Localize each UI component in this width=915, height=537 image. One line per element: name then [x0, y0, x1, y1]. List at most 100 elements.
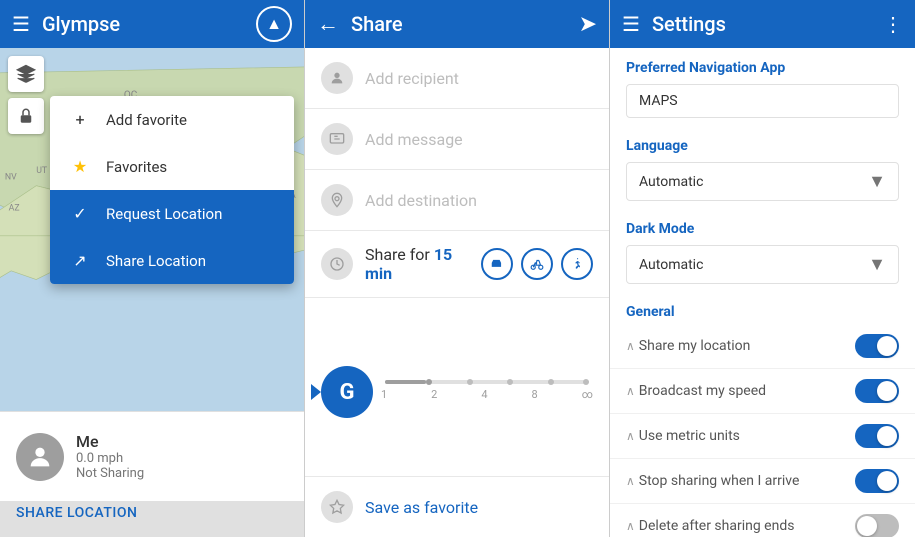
delete-after-toggle-label: ∧ Delete after sharing ends: [626, 518, 855, 534]
svg-text:AZ: AZ: [9, 204, 20, 214]
stop-sharing-toggle-row: ∧ Stop sharing when I arrive: [610, 459, 915, 504]
user-info-bar: Me 0.0 mph Not Sharing: [0, 411, 304, 501]
metric-units-toggle-label: ∧ Use metric units: [626, 428, 855, 444]
destination-field[interactable]: Add destination: [305, 170, 609, 231]
message-icon: [321, 123, 353, 155]
slider-labels: 1 2 4 8 ∞: [381, 384, 593, 405]
destination-icon: [321, 184, 353, 216]
broadcast-speed-toggle-row: ∧ Broadcast my speed: [610, 369, 915, 414]
share-location-label: Share my location: [639, 338, 751, 354]
share-title: Share: [351, 12, 579, 36]
chevron-icon-3: ∧: [626, 429, 635, 443]
stop-sharing-toggle-label: ∧ Stop sharing when I arrive: [626, 473, 855, 489]
menu-icon[interactable]: ☰: [12, 12, 30, 36]
star-icon: ★: [66, 157, 94, 176]
context-menu: + Add favorite ★ Favorites ✓ Request Loc…: [50, 96, 294, 284]
nav-app-value[interactable]: MAPS: [626, 84, 899, 118]
duration-row: Share for 15 min: [305, 231, 609, 298]
metric-units-label: Use metric units: [639, 428, 740, 444]
metric-units-toggle-row: ∧ Use metric units: [610, 414, 915, 459]
user-details: Me 0.0 mph Not Sharing: [76, 432, 288, 481]
stop-sharing-label: Stop sharing when I arrive: [639, 473, 800, 489]
dark-mode-header: Dark Mode: [610, 209, 915, 241]
nav-app-label: MAPS: [639, 93, 678, 109]
map-area[interactable]: MT ND QC ID NV UT AZ NM TX CO KS MO IN O…: [0, 48, 304, 411]
settings-menu-icon[interactable]: ☰: [622, 12, 640, 36]
svg-text:UT: UT: [36, 166, 48, 176]
glympse-title: Glympse: [42, 12, 256, 36]
delete-after-toggle-row: ∧ Delete after sharing ends: [610, 504, 915, 537]
language-dropdown[interactable]: Automatic ▼: [626, 162, 899, 201]
duration-prefix: Share for: [365, 245, 434, 264]
nav-arrow-icon: ▲: [266, 14, 282, 34]
toggle-knob-4: [877, 471, 897, 491]
glympse-logo: G: [321, 366, 373, 418]
map-layers-icon[interactable]: [8, 56, 44, 92]
user-sharing-status: Not Sharing: [76, 466, 288, 481]
more-options-icon[interactable]: ⋮: [883, 12, 903, 36]
arrow-icon: ↗: [66, 251, 94, 270]
slider-track-area[interactable]: 1 2 4 8 ∞: [381, 380, 593, 405]
back-button[interactable]: ←: [317, 11, 339, 37]
favorites-item[interactable]: ★ Favorites: [50, 143, 294, 190]
favorites-label: Favorites: [106, 158, 167, 176]
delete-after-toggle[interactable]: [855, 514, 899, 537]
slider-label-4: 4: [481, 388, 487, 401]
chevron-icon-5: ∧: [626, 519, 635, 533]
recipient-placeholder: Add recipient: [365, 69, 459, 88]
share-location-toggle-row: ∧ Share my location: [610, 324, 915, 369]
nav-app-header: Preferred Navigation App: [610, 48, 915, 80]
chevron-icon-4: ∧: [626, 474, 635, 488]
request-location-item[interactable]: ✓ Request Location: [50, 190, 294, 237]
save-favorite-label: Save as favorite: [365, 498, 478, 517]
walk-mode-button[interactable]: [561, 248, 593, 280]
toggle-knob-5: [857, 516, 877, 536]
share-location-toggle-label: ∧ Share my location: [626, 338, 855, 354]
avatar: [16, 433, 64, 481]
send-button[interactable]: ➤: [579, 12, 597, 37]
delete-after-label: Delete after sharing ends: [639, 518, 795, 534]
svg-text:NV: NV: [5, 172, 17, 182]
share-location-item[interactable]: ↗ Share Location: [50, 237, 294, 284]
settings-body: Preferred Navigation App MAPS Language A…: [610, 48, 915, 537]
broadcast-speed-toggle[interactable]: [855, 379, 899, 403]
panel-glympse: ☰ Glympse ▲ MT ND QC ID NV UT AZ NM: [0, 0, 305, 537]
panel-settings: ☰ Settings ⋮ Preferred Navigation App MA…: [610, 0, 915, 537]
broadcast-speed-label: Broadcast my speed: [639, 383, 766, 399]
share-location-button[interactable]: SHARE LOCATION: [16, 501, 288, 525]
destination-placeholder: Add destination: [365, 191, 477, 210]
dark-mode-dropdown[interactable]: Automatic ▼: [626, 245, 899, 284]
add-favorite-item[interactable]: + Add favorite: [50, 96, 294, 143]
share-location-toggle[interactable]: [855, 334, 899, 358]
general-header: General: [610, 292, 915, 324]
user-name: Me: [76, 432, 288, 451]
duration-label: Share for 15 min: [365, 245, 481, 283]
share-location-label: Share Location: [106, 252, 206, 270]
transport-icons: [481, 248, 593, 280]
save-favorite-button[interactable]: Save as favorite: [305, 476, 609, 537]
lock-icon[interactable]: [8, 98, 44, 134]
slider-label-1: 1: [381, 388, 387, 401]
metric-units-toggle[interactable]: [855, 424, 899, 448]
toggle-knob-2: [877, 381, 897, 401]
recipient-icon: [321, 62, 353, 94]
settings-header: ☰ Settings ⋮: [610, 0, 915, 48]
panel-share: ← Share ➤ Add recipient Add message Add …: [305, 0, 610, 537]
broadcast-speed-toggle-label: ∧ Broadcast my speed: [626, 383, 855, 399]
chevron-icon-2: ∧: [626, 384, 635, 398]
stop-sharing-toggle[interactable]: [855, 469, 899, 493]
bike-mode-button[interactable]: [521, 248, 553, 280]
language-arrow-icon: ▼: [868, 171, 886, 192]
clock-icon: [321, 248, 353, 280]
toggle-knob: [877, 336, 897, 356]
car-mode-button[interactable]: [481, 248, 513, 280]
navigation-button[interactable]: ▲: [256, 6, 292, 42]
user-speed: 0.0 mph: [76, 451, 288, 466]
recipient-field[interactable]: Add recipient: [305, 48, 609, 109]
language-value: Automatic: [639, 174, 868, 190]
language-header: Language: [610, 126, 915, 158]
message-field[interactable]: Add message: [305, 109, 609, 170]
toggle-knob-3: [877, 426, 897, 446]
save-star-icon: [321, 491, 353, 523]
dark-mode-arrow-icon: ▼: [868, 254, 886, 275]
